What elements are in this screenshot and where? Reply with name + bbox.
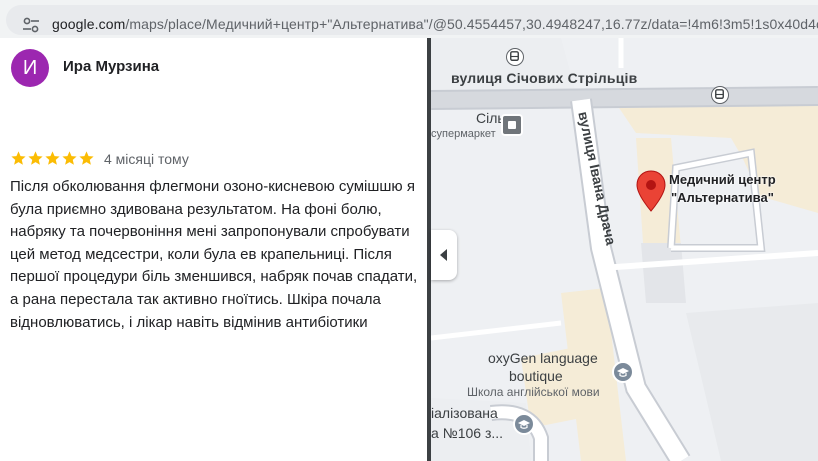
place-name-oxygen-line1[interactable]: oxyGen language (488, 350, 598, 366)
bus-stop-icon[interactable] (711, 86, 729, 104)
place-name-oxygen-line2[interactable]: boutique (509, 368, 563, 384)
shop-icon[interactable] (501, 114, 523, 136)
reviewer-name[interactable]: Ира Мурзина (63, 58, 159, 75)
place-type-silpo: супермаркет (431, 128, 496, 140)
street-label-sichovykh: вулиця Січових Стрільців (451, 70, 638, 86)
place-type-oxygen: Школа англійської мови (467, 385, 600, 399)
school-icon[interactable] (513, 413, 535, 435)
place-name-school-line1[interactable]: іалізована (431, 405, 498, 421)
place-name-medical-line1[interactable]: Медичний центр (669, 172, 776, 187)
browser-address-bar: google.com/maps/place/Медичний+центр+"Ал… (0, 0, 818, 38)
star-rating (10, 150, 95, 168)
review-panel: И Ира Мурзина 4 місяці тому Після обколю… (0, 38, 427, 461)
school-icon[interactable] (612, 361, 634, 383)
chevron-left-icon (440, 249, 447, 261)
place-name-school-line2[interactable]: а №106 з... (431, 425, 503, 441)
avatar[interactable]: И (11, 49, 49, 87)
url-path: /maps/place/Медичний+центр+"Альтернатива… (125, 16, 818, 32)
collapse-panel-button[interactable] (431, 230, 457, 280)
review-text: Після обколювання флегмони озоно-киснево… (10, 178, 418, 331)
star-icon (28, 151, 43, 165)
star-icon (62, 151, 77, 165)
star-icon (45, 151, 60, 165)
review-date: 4 місяці тому (104, 151, 189, 167)
place-name-medical-line2[interactable]: "Альтернатива" (671, 190, 774, 205)
bus-stop-icon[interactable] (506, 48, 524, 66)
url-field[interactable]: google.com/maps/place/Медичний+центр+"Ал… (6, 5, 818, 35)
tune-icon[interactable] (22, 17, 40, 33)
map-view[interactable]: вулиця Січових Стрільців вулиця Івана Др… (431, 38, 818, 461)
star-icon (11, 151, 26, 165)
star-icon (79, 151, 94, 165)
url-domain: google.com (52, 16, 126, 32)
url-text[interactable]: google.com/maps/place/Медичний+центр+"Ал… (52, 16, 818, 32)
